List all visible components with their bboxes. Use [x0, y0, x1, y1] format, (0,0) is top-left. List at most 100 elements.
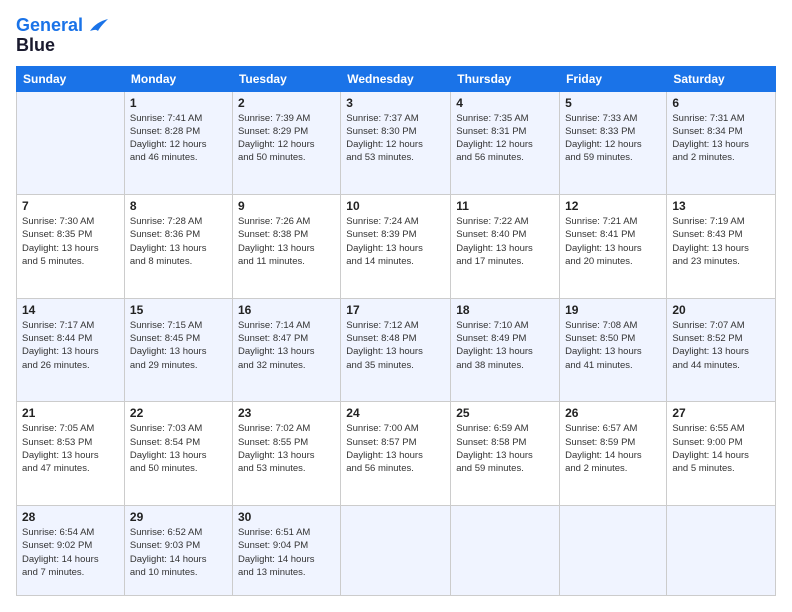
- day-cell-8: 8 Sunrise: 7:28 AM Sunset: 8:36 PM Daylig…: [124, 195, 232, 299]
- day-info: Sunrise: 7:26 AM Sunset: 8:38 PM Dayligh…: [238, 215, 335, 268]
- day-number: 1: [130, 96, 227, 110]
- day-cell-20: 20 Sunrise: 7:07 AM Sunset: 8:52 PM Dayli…: [667, 298, 776, 402]
- day-info: Sunrise: 7:19 AM Sunset: 8:43 PM Dayligh…: [672, 215, 770, 268]
- day-number: 20: [672, 303, 770, 317]
- empty-cell: [17, 91, 125, 195]
- weekday-header-sunday: Sunday: [17, 66, 125, 91]
- day-cell-18: 18 Sunrise: 7:10 AM Sunset: 8:49 PM Dayli…: [451, 298, 560, 402]
- day-cell-4: 4 Sunrise: 7:35 AM Sunset: 8:31 PM Daylig…: [451, 91, 560, 195]
- day-cell-27: 27 Sunrise: 6:55 AM Sunset: 9:00 PM Dayli…: [667, 402, 776, 506]
- day-number: 6: [672, 96, 770, 110]
- day-number: 8: [130, 199, 227, 213]
- weekday-header-thursday: Thursday: [451, 66, 560, 91]
- weekday-header-monday: Monday: [124, 66, 232, 91]
- day-info: Sunrise: 7:08 AM Sunset: 8:50 PM Dayligh…: [565, 319, 661, 372]
- day-cell-24: 24 Sunrise: 7:00 AM Sunset: 8:57 PM Dayli…: [341, 402, 451, 506]
- day-number: 15: [130, 303, 227, 317]
- day-info: Sunrise: 7:07 AM Sunset: 8:52 PM Dayligh…: [672, 319, 770, 372]
- day-number: 2: [238, 96, 335, 110]
- day-number: 29: [130, 510, 227, 524]
- page: General Blue SundayMondayTuesdayWednesda…: [0, 0, 792, 612]
- calendar-week-2: 7 Sunrise: 7:30 AM Sunset: 8:35 PM Daylig…: [17, 195, 776, 299]
- day-cell-15: 15 Sunrise: 7:15 AM Sunset: 8:45 PM Dayli…: [124, 298, 232, 402]
- day-number: 7: [22, 199, 119, 213]
- logo-blue: Blue: [16, 36, 110, 56]
- day-cell-2: 2 Sunrise: 7:39 AM Sunset: 8:29 PM Daylig…: [232, 91, 340, 195]
- calendar-week-4: 21Sunrise: 7:05 AM Sunset: 8:53 PM Dayli…: [17, 402, 776, 506]
- day-number: 23: [238, 406, 335, 420]
- calendar-week-3: 14 Sunrise: 7:17 AM Sunset: 8:44 PM Dayli…: [17, 298, 776, 402]
- day-number: 14: [22, 303, 119, 317]
- empty-cell: [667, 505, 776, 595]
- day-cell-7: 7 Sunrise: 7:30 AM Sunset: 8:35 PM Daylig…: [17, 195, 125, 299]
- day-info: Sunrise: 6:52 AM Sunset: 9:03 PM Dayligh…: [130, 526, 227, 579]
- day-cell-22: 22Sunrise: 7:03 AM Sunset: 8:54 PM Dayli…: [124, 402, 232, 506]
- day-info: Sunrise: 7:30 AM Sunset: 8:35 PM Dayligh…: [22, 215, 119, 268]
- logo: General Blue: [16, 16, 110, 56]
- day-info: Sunrise: 7:41 AM Sunset: 8:28 PM Dayligh…: [130, 112, 227, 165]
- day-number: 22: [130, 406, 227, 420]
- day-cell-3: 3Sunrise: 7:37 AM Sunset: 8:30 PM Daylig…: [341, 91, 451, 195]
- day-cell-17: 17 Sunrise: 7:12 AM Sunset: 8:48 PM Dayli…: [341, 298, 451, 402]
- day-number: 30: [238, 510, 335, 524]
- day-info: Sunrise: 7:10 AM Sunset: 8:49 PM Dayligh…: [456, 319, 554, 372]
- day-info: Sunrise: 7:24 AM Sunset: 8:39 PM Dayligh…: [346, 215, 445, 268]
- calendar-week-5: 28Sunrise: 6:54 AM Sunset: 9:02 PM Dayli…: [17, 505, 776, 595]
- calendar-table: SundayMondayTuesdayWednesdayThursdayFrid…: [16, 66, 776, 596]
- day-info: Sunrise: 7:21 AM Sunset: 8:41 PM Dayligh…: [565, 215, 661, 268]
- weekday-header-friday: Friday: [560, 66, 667, 91]
- day-info: Sunrise: 7:12 AM Sunset: 8:48 PM Dayligh…: [346, 319, 445, 372]
- day-cell-12: 12 Sunrise: 7:21 AM Sunset: 8:41 PM Dayli…: [560, 195, 667, 299]
- calendar-week-1: 1 Sunrise: 7:41 AM Sunset: 8:28 PM Daylig…: [17, 91, 776, 195]
- day-info: Sunrise: 7:14 AM Sunset: 8:47 PM Dayligh…: [238, 319, 335, 372]
- day-cell-10: 10 Sunrise: 7:24 AM Sunset: 8:39 PM Dayli…: [341, 195, 451, 299]
- logo-text: General: [16, 16, 110, 36]
- header: General Blue: [16, 16, 776, 56]
- day-cell-23: 23 Sunrise: 7:02 AM Sunset: 8:55 PM Dayli…: [232, 402, 340, 506]
- day-info: Sunrise: 7:02 AM Sunset: 8:55 PM Dayligh…: [238, 422, 335, 475]
- day-number: 10: [346, 199, 445, 213]
- day-number: 12: [565, 199, 661, 213]
- day-info: Sunrise: 7:33 AM Sunset: 8:33 PM Dayligh…: [565, 112, 661, 165]
- day-number: 4: [456, 96, 554, 110]
- day-cell-6: 6 Sunrise: 7:31 AM Sunset: 8:34 PM Daylig…: [667, 91, 776, 195]
- day-cell-11: 11Sunrise: 7:22 AM Sunset: 8:40 PM Dayli…: [451, 195, 560, 299]
- day-number: 16: [238, 303, 335, 317]
- empty-cell: [560, 505, 667, 595]
- day-cell-5: 5Sunrise: 7:33 AM Sunset: 8:33 PM Daylig…: [560, 91, 667, 195]
- day-number: 27: [672, 406, 770, 420]
- day-info: Sunrise: 7:31 AM Sunset: 8:34 PM Dayligh…: [672, 112, 770, 165]
- day-cell-1: 1 Sunrise: 7:41 AM Sunset: 8:28 PM Daylig…: [124, 91, 232, 195]
- day-cell-9: 9Sunrise: 7:26 AM Sunset: 8:38 PM Daylig…: [232, 195, 340, 299]
- day-info: Sunrise: 6:59 AM Sunset: 8:58 PM Dayligh…: [456, 422, 554, 475]
- empty-cell: [451, 505, 560, 595]
- day-info: Sunrise: 7:17 AM Sunset: 8:44 PM Dayligh…: [22, 319, 119, 372]
- day-number: 18: [456, 303, 554, 317]
- day-cell-14: 14 Sunrise: 7:17 AM Sunset: 8:44 PM Dayli…: [17, 298, 125, 402]
- day-number: 17: [346, 303, 445, 317]
- day-info: Sunrise: 7:39 AM Sunset: 8:29 PM Dayligh…: [238, 112, 335, 165]
- weekday-header-wednesday: Wednesday: [341, 66, 451, 91]
- day-number: 25: [456, 406, 554, 420]
- day-cell-29: 29 Sunrise: 6:52 AM Sunset: 9:03 PM Dayli…: [124, 505, 232, 595]
- day-number: 28: [22, 510, 119, 524]
- day-info: Sunrise: 6:57 AM Sunset: 8:59 PM Dayligh…: [565, 422, 661, 475]
- weekday-header-saturday: Saturday: [667, 66, 776, 91]
- day-info: Sunrise: 7:28 AM Sunset: 8:36 PM Dayligh…: [130, 215, 227, 268]
- day-cell-19: 19 Sunrise: 7:08 AM Sunset: 8:50 PM Dayli…: [560, 298, 667, 402]
- logo-bird-icon: [88, 17, 110, 35]
- day-info: Sunrise: 7:15 AM Sunset: 8:45 PM Dayligh…: [130, 319, 227, 372]
- weekday-header-tuesday: Tuesday: [232, 66, 340, 91]
- day-cell-30: 30 Sunrise: 6:51 AM Sunset: 9:04 PM Dayli…: [232, 505, 340, 595]
- day-info: Sunrise: 6:55 AM Sunset: 9:00 PM Dayligh…: [672, 422, 770, 475]
- day-number: 19: [565, 303, 661, 317]
- day-info: Sunrise: 7:35 AM Sunset: 8:31 PM Dayligh…: [456, 112, 554, 165]
- day-number: 11: [456, 199, 554, 213]
- day-cell-28: 28Sunrise: 6:54 AM Sunset: 9:02 PM Dayli…: [17, 505, 125, 595]
- day-info: Sunrise: 7:37 AM Sunset: 8:30 PM Dayligh…: [346, 112, 445, 165]
- day-number: 24: [346, 406, 445, 420]
- day-number: 21: [22, 406, 119, 420]
- day-cell-21: 21Sunrise: 7:05 AM Sunset: 8:53 PM Dayli…: [17, 402, 125, 506]
- day-info: Sunrise: 7:00 AM Sunset: 8:57 PM Dayligh…: [346, 422, 445, 475]
- day-info: Sunrise: 6:51 AM Sunset: 9:04 PM Dayligh…: [238, 526, 335, 579]
